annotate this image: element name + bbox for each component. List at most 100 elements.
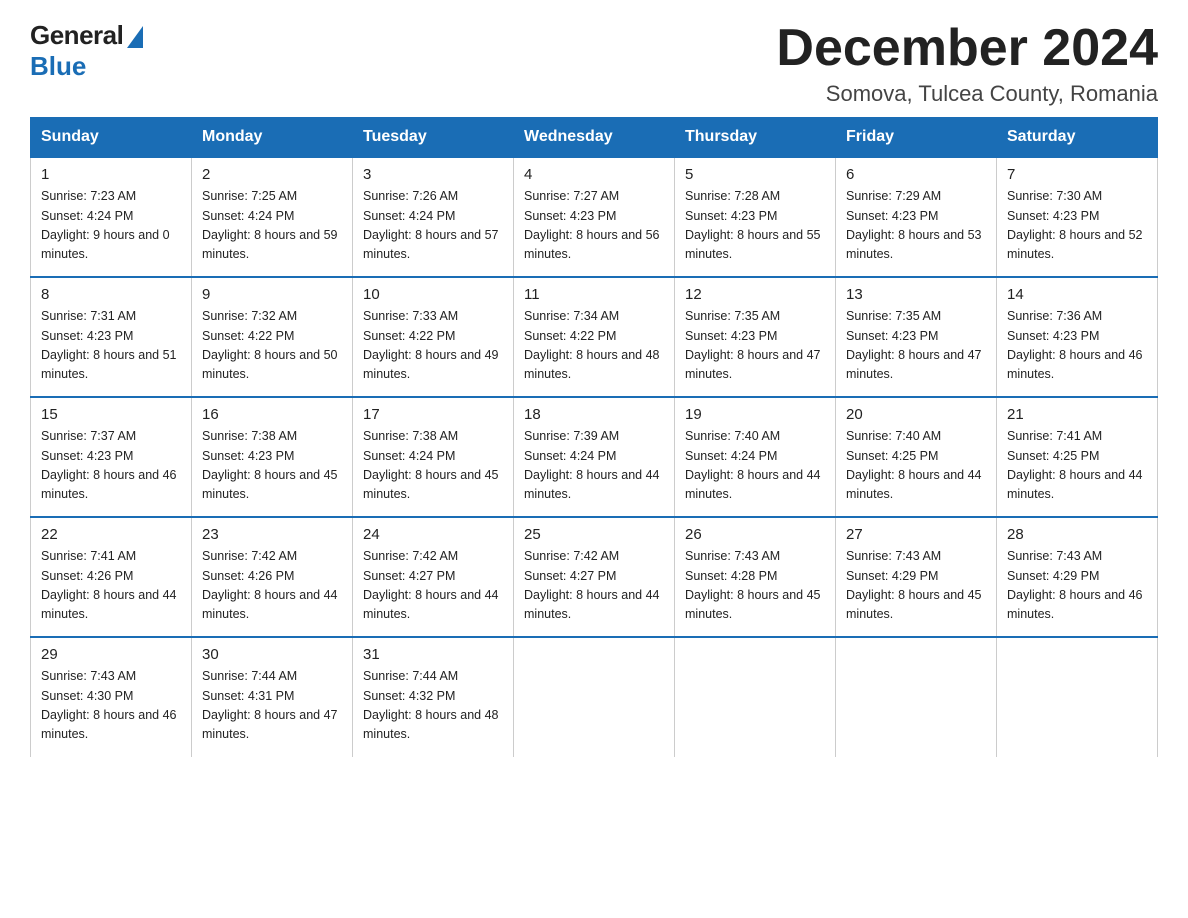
day-number: 18 xyxy=(524,406,666,423)
calendar-day-cell: 16 Sunrise: 7:38 AMSunset: 4:23 PMDaylig… xyxy=(192,397,353,517)
day-info: Sunrise: 7:43 AMSunset: 4:29 PMDaylight:… xyxy=(846,549,982,621)
calendar-day-cell: 11 Sunrise: 7:34 AMSunset: 4:22 PMDaylig… xyxy=(514,277,675,397)
calendar-day-cell: 15 Sunrise: 7:37 AMSunset: 4:23 PMDaylig… xyxy=(31,397,192,517)
logo-general-text: General xyxy=(30,20,123,51)
calendar-empty-cell xyxy=(836,637,997,757)
calendar-header-wednesday: Wednesday xyxy=(514,118,675,158)
calendar-day-cell: 24 Sunrise: 7:42 AMSunset: 4:27 PMDaylig… xyxy=(353,517,514,637)
day-info: Sunrise: 7:44 AMSunset: 4:32 PMDaylight:… xyxy=(363,669,499,741)
logo-triangle-icon xyxy=(127,26,143,48)
calendar-day-cell: 25 Sunrise: 7:42 AMSunset: 4:27 PMDaylig… xyxy=(514,517,675,637)
calendar-day-cell: 14 Sunrise: 7:36 AMSunset: 4:23 PMDaylig… xyxy=(997,277,1158,397)
day-info: Sunrise: 7:35 AMSunset: 4:23 PMDaylight:… xyxy=(685,309,821,381)
calendar-day-cell: 3 Sunrise: 7:26 AMSunset: 4:24 PMDayligh… xyxy=(353,157,514,277)
calendar-day-cell: 29 Sunrise: 7:43 AMSunset: 4:30 PMDaylig… xyxy=(31,637,192,757)
day-info: Sunrise: 7:42 AMSunset: 4:27 PMDaylight:… xyxy=(363,549,499,621)
day-number: 31 xyxy=(363,646,505,663)
day-info: Sunrise: 7:36 AMSunset: 4:23 PMDaylight:… xyxy=(1007,309,1143,381)
day-number: 4 xyxy=(524,166,666,183)
calendar-day-cell: 19 Sunrise: 7:40 AMSunset: 4:24 PMDaylig… xyxy=(675,397,836,517)
day-info: Sunrise: 7:43 AMSunset: 4:28 PMDaylight:… xyxy=(685,549,821,621)
logo: General Blue xyxy=(30,20,143,82)
calendar-day-cell: 31 Sunrise: 7:44 AMSunset: 4:32 PMDaylig… xyxy=(353,637,514,757)
day-number: 28 xyxy=(1007,526,1149,543)
day-number: 14 xyxy=(1007,286,1149,303)
day-number: 16 xyxy=(202,406,344,423)
day-info: Sunrise: 7:23 AMSunset: 4:24 PMDaylight:… xyxy=(41,189,170,261)
calendar-empty-cell xyxy=(997,637,1158,757)
calendar-header-row: SundayMondayTuesdayWednesdayThursdayFrid… xyxy=(31,118,1158,158)
calendar-day-cell: 22 Sunrise: 7:41 AMSunset: 4:26 PMDaylig… xyxy=(31,517,192,637)
calendar-day-cell: 20 Sunrise: 7:40 AMSunset: 4:25 PMDaylig… xyxy=(836,397,997,517)
calendar-header-saturday: Saturday xyxy=(997,118,1158,158)
day-number: 21 xyxy=(1007,406,1149,423)
day-info: Sunrise: 7:31 AMSunset: 4:23 PMDaylight:… xyxy=(41,309,177,381)
day-number: 9 xyxy=(202,286,344,303)
day-info: Sunrise: 7:34 AMSunset: 4:22 PMDaylight:… xyxy=(524,309,660,381)
day-number: 6 xyxy=(846,166,988,183)
calendar-header-tuesday: Tuesday xyxy=(353,118,514,158)
day-number: 29 xyxy=(41,646,183,663)
calendar-week-row: 15 Sunrise: 7:37 AMSunset: 4:23 PMDaylig… xyxy=(31,397,1158,517)
calendar-day-cell: 5 Sunrise: 7:28 AMSunset: 4:23 PMDayligh… xyxy=(675,157,836,277)
calendar-header-friday: Friday xyxy=(836,118,997,158)
calendar-day-cell: 17 Sunrise: 7:38 AMSunset: 4:24 PMDaylig… xyxy=(353,397,514,517)
day-info: Sunrise: 7:28 AMSunset: 4:23 PMDaylight:… xyxy=(685,189,821,261)
day-number: 19 xyxy=(685,406,827,423)
day-info: Sunrise: 7:40 AMSunset: 4:25 PMDaylight:… xyxy=(846,429,982,501)
calendar-day-cell: 23 Sunrise: 7:42 AMSunset: 4:26 PMDaylig… xyxy=(192,517,353,637)
day-number: 10 xyxy=(363,286,505,303)
day-info: Sunrise: 7:37 AMSunset: 4:23 PMDaylight:… xyxy=(41,429,177,501)
day-number: 11 xyxy=(524,286,666,303)
day-info: Sunrise: 7:38 AMSunset: 4:24 PMDaylight:… xyxy=(363,429,499,501)
day-info: Sunrise: 7:42 AMSunset: 4:26 PMDaylight:… xyxy=(202,549,338,621)
calendar-day-cell: 1 Sunrise: 7:23 AMSunset: 4:24 PMDayligh… xyxy=(31,157,192,277)
calendar-day-cell: 6 Sunrise: 7:29 AMSunset: 4:23 PMDayligh… xyxy=(836,157,997,277)
day-number: 22 xyxy=(41,526,183,543)
calendar-day-cell: 9 Sunrise: 7:32 AMSunset: 4:22 PMDayligh… xyxy=(192,277,353,397)
title-block: December 2024 Somova, Tulcea County, Rom… xyxy=(776,20,1158,107)
day-number: 24 xyxy=(363,526,505,543)
calendar-header-thursday: Thursday xyxy=(675,118,836,158)
day-number: 25 xyxy=(524,526,666,543)
location-subtitle: Somova, Tulcea County, Romania xyxy=(776,81,1158,107)
day-info: Sunrise: 7:33 AMSunset: 4:22 PMDaylight:… xyxy=(363,309,499,381)
day-info: Sunrise: 7:42 AMSunset: 4:27 PMDaylight:… xyxy=(524,549,660,621)
calendar-week-row: 1 Sunrise: 7:23 AMSunset: 4:24 PMDayligh… xyxy=(31,157,1158,277)
month-year-title: December 2024 xyxy=(776,20,1158,77)
calendar-table: SundayMondayTuesdayWednesdayThursdayFrid… xyxy=(30,117,1158,757)
day-info: Sunrise: 7:38 AMSunset: 4:23 PMDaylight:… xyxy=(202,429,338,501)
calendar-week-row: 8 Sunrise: 7:31 AMSunset: 4:23 PMDayligh… xyxy=(31,277,1158,397)
day-number: 15 xyxy=(41,406,183,423)
day-number: 23 xyxy=(202,526,344,543)
calendar-day-cell: 12 Sunrise: 7:35 AMSunset: 4:23 PMDaylig… xyxy=(675,277,836,397)
day-info: Sunrise: 7:39 AMSunset: 4:24 PMDaylight:… xyxy=(524,429,660,501)
day-number: 3 xyxy=(363,166,505,183)
calendar-header-monday: Monday xyxy=(192,118,353,158)
day-number: 20 xyxy=(846,406,988,423)
calendar-day-cell: 30 Sunrise: 7:44 AMSunset: 4:31 PMDaylig… xyxy=(192,637,353,757)
day-number: 1 xyxy=(41,166,183,183)
calendar-day-cell: 7 Sunrise: 7:30 AMSunset: 4:23 PMDayligh… xyxy=(997,157,1158,277)
calendar-day-cell: 2 Sunrise: 7:25 AMSunset: 4:24 PMDayligh… xyxy=(192,157,353,277)
day-info: Sunrise: 7:26 AMSunset: 4:24 PMDaylight:… xyxy=(363,189,499,261)
day-info: Sunrise: 7:32 AMSunset: 4:22 PMDaylight:… xyxy=(202,309,338,381)
calendar-day-cell: 18 Sunrise: 7:39 AMSunset: 4:24 PMDaylig… xyxy=(514,397,675,517)
logo-blue-text: Blue xyxy=(30,51,86,82)
calendar-empty-cell xyxy=(675,637,836,757)
day-number: 17 xyxy=(363,406,505,423)
day-info: Sunrise: 7:25 AMSunset: 4:24 PMDaylight:… xyxy=(202,189,338,261)
day-number: 30 xyxy=(202,646,344,663)
calendar-empty-cell xyxy=(514,637,675,757)
day-info: Sunrise: 7:30 AMSunset: 4:23 PMDaylight:… xyxy=(1007,189,1143,261)
calendar-day-cell: 21 Sunrise: 7:41 AMSunset: 4:25 PMDaylig… xyxy=(997,397,1158,517)
day-number: 12 xyxy=(685,286,827,303)
day-number: 13 xyxy=(846,286,988,303)
calendar-day-cell: 10 Sunrise: 7:33 AMSunset: 4:22 PMDaylig… xyxy=(353,277,514,397)
calendar-day-cell: 8 Sunrise: 7:31 AMSunset: 4:23 PMDayligh… xyxy=(31,277,192,397)
calendar-day-cell: 4 Sunrise: 7:27 AMSunset: 4:23 PMDayligh… xyxy=(514,157,675,277)
calendar-week-row: 22 Sunrise: 7:41 AMSunset: 4:26 PMDaylig… xyxy=(31,517,1158,637)
day-number: 5 xyxy=(685,166,827,183)
day-info: Sunrise: 7:29 AMSunset: 4:23 PMDaylight:… xyxy=(846,189,982,261)
calendar-day-cell: 26 Sunrise: 7:43 AMSunset: 4:28 PMDaylig… xyxy=(675,517,836,637)
